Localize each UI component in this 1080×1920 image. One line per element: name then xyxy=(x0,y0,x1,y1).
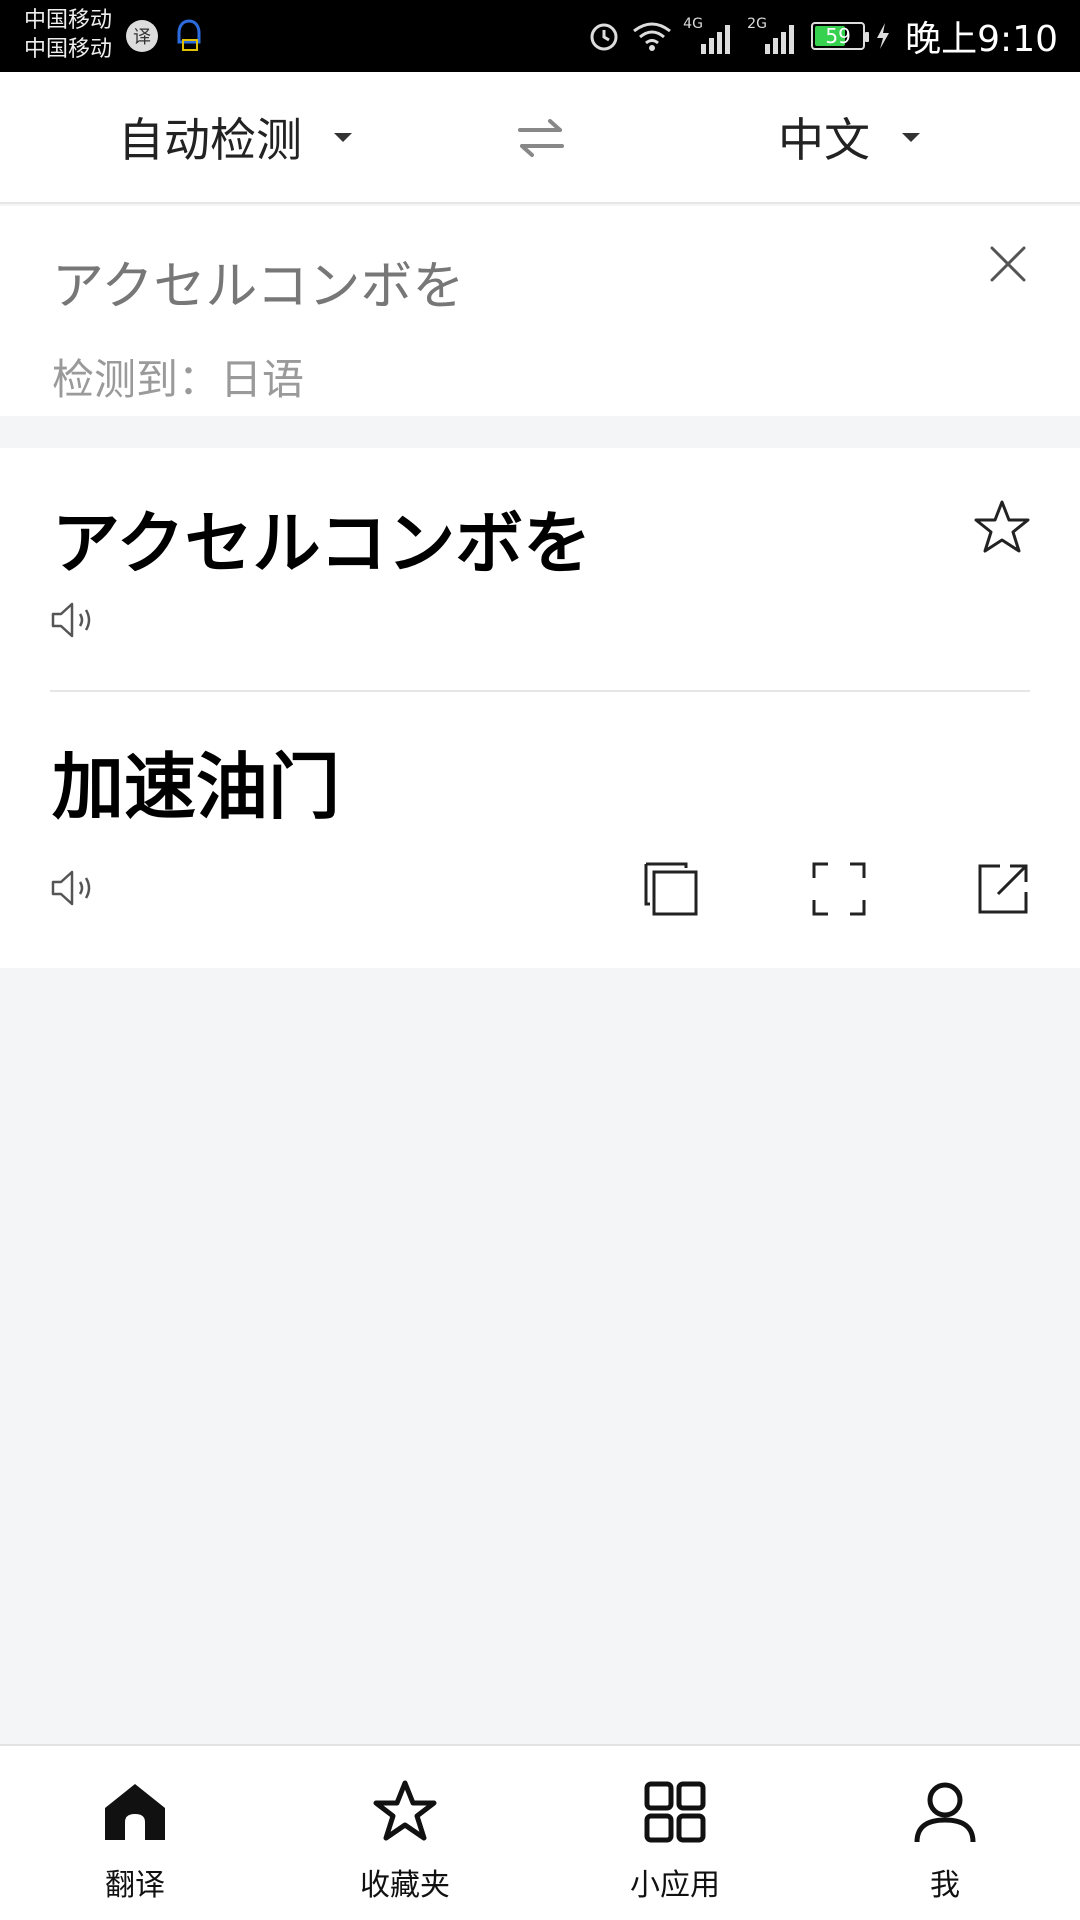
target-language-label: 中文 xyxy=(778,113,870,167)
nav-label: 我 xyxy=(930,1868,960,1903)
source-language-selector[interactable]: 自动检测 xyxy=(118,72,352,202)
alarm-icon xyxy=(590,23,618,51)
swap-icon[interactable] xyxy=(516,116,566,160)
nav-item-me[interactable]: 我 xyxy=(810,1746,1080,1920)
carrier-1: 中国移动 xyxy=(24,8,113,33)
divider xyxy=(50,690,1030,692)
wifi-icon xyxy=(633,22,672,51)
speaker-icon[interactable] xyxy=(50,600,96,640)
clock: 晚上9:10 xyxy=(905,19,1058,60)
signal-bars-icon xyxy=(765,25,795,54)
message-icon xyxy=(177,19,201,51)
star-icon xyxy=(373,1780,437,1841)
close-icon[interactable] xyxy=(986,242,1030,286)
nav-label: 收藏夹 xyxy=(360,1868,450,1903)
svg-text:译: 译 xyxy=(133,27,151,48)
nav-item-favorites[interactable]: 收藏夹 xyxy=(270,1746,540,1920)
result-card: アクセルコンボを 加速油门 xyxy=(0,448,1080,968)
favorite-star-icon[interactable] xyxy=(972,498,1032,558)
status-icons: 4G 2G 59 晚上9:10 xyxy=(587,0,1058,72)
target-language-selector[interactable]: 中文 xyxy=(778,72,920,202)
language-bar: 自动检测 中文 xyxy=(0,72,1080,204)
nav-label: 小应用 xyxy=(630,1868,720,1903)
source-text: アクセルコンボを xyxy=(52,505,592,584)
signal-2: 2G xyxy=(747,16,801,56)
chevron-down-icon xyxy=(334,132,352,142)
translate-app-icon: 译 xyxy=(126,20,158,52)
carrier-2: 中国移动 xyxy=(24,37,113,62)
source-language-label: 自动检测 xyxy=(118,113,302,167)
signal-1: 4G xyxy=(683,16,737,56)
detected-language: 检测到：日语 xyxy=(52,355,305,404)
nav-item-translate[interactable]: 翻译 xyxy=(0,1746,270,1920)
speaker-icon[interactable] xyxy=(50,868,96,908)
home-icon xyxy=(105,1784,165,1840)
nav-label: 翻译 xyxy=(105,1868,165,1903)
input-text[interactable]: アクセルコンボを xyxy=(52,244,464,319)
carrier-info: 中国移动 中国移动 xyxy=(24,6,112,64)
nav-item-mini-apps[interactable]: 小应用 xyxy=(540,1746,810,1920)
bottom-nav: 翻译 收藏夹 小应用 我 xyxy=(0,1744,1080,1920)
translation-text: 加速油门 xyxy=(52,745,341,829)
grid-icon xyxy=(644,1781,706,1843)
battery-indicator: 59 xyxy=(811,22,870,50)
status-bar: 中国移动 中国移动 译 4G 2G 59 晚上9:10 xyxy=(0,0,1080,72)
charging-icon xyxy=(877,23,890,49)
share-icon[interactable] xyxy=(974,860,1032,918)
user-icon xyxy=(914,1782,976,1843)
fullscreen-icon[interactable] xyxy=(810,860,868,918)
input-card[interactable]: アクセルコンボを 检测到：日语 xyxy=(0,206,1080,416)
signal-bars-icon xyxy=(701,25,731,54)
chevron-down-icon xyxy=(902,132,920,142)
copy-icon[interactable] xyxy=(642,860,700,918)
